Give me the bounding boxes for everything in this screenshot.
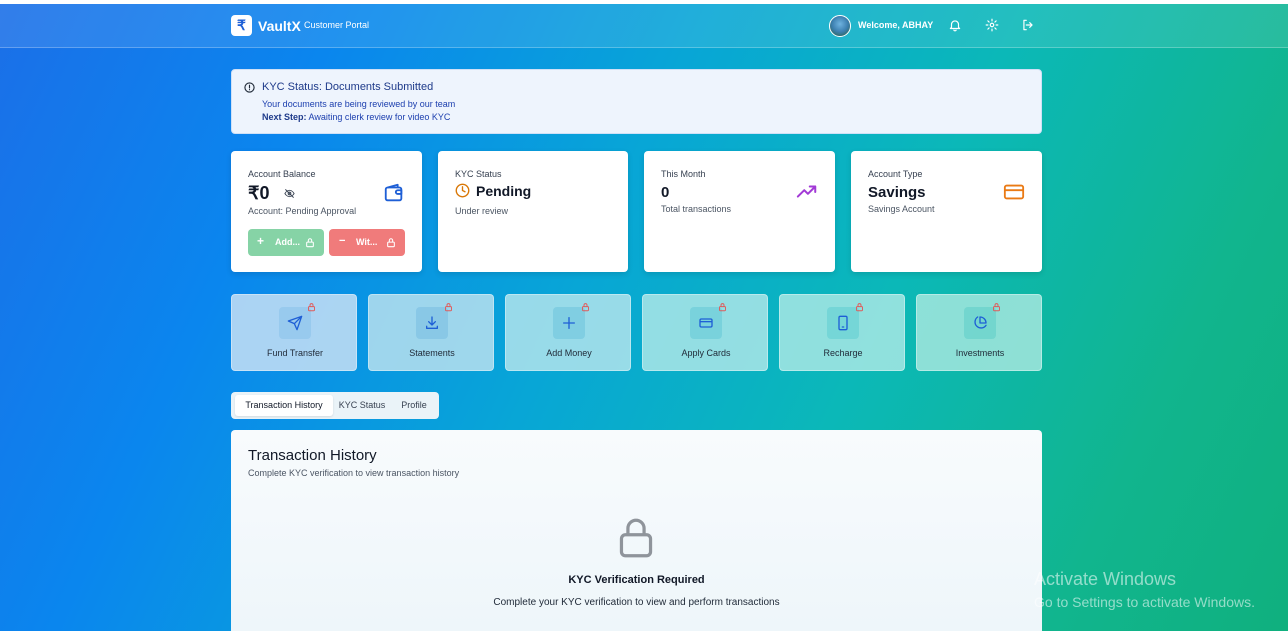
kyc-required-heading: KYC Verification Required (568, 574, 705, 586)
next-step-label: Next Step: (262, 112, 307, 122)
balance-value: ₹0 (248, 183, 270, 203)
lock-icon (582, 303, 589, 312)
action-label: Statements (409, 348, 455, 358)
action-statements[interactable]: Statements (368, 294, 494, 371)
account-type-label: Account Type (868, 169, 923, 179)
action-investments[interactable]: Investments (916, 294, 1042, 371)
action-fund-transfer[interactable]: Fund Transfer (231, 294, 357, 371)
tab-transaction-history[interactable]: Transaction History (235, 395, 333, 416)
lock-icon (993, 303, 1000, 312)
lock-icon (856, 303, 863, 312)
brand-name[interactable]: VaultX (258, 18, 301, 34)
logo-icon: ₹ (231, 15, 252, 36)
next-step-text: Awaiting clerk review for video KYC (308, 112, 451, 122)
download-icon (426, 316, 438, 329)
tab-kyc-status[interactable]: KYC Status (335, 395, 389, 416)
credit-card-icon (1003, 184, 1025, 200)
kyc-value: Pending (476, 183, 532, 199)
trending-up-icon (796, 185, 817, 198)
minus-icon: − (339, 235, 346, 247)
lock-icon (306, 238, 314, 248)
action-label: Fund Transfer (266, 348, 324, 358)
plus-icon (563, 317, 575, 329)
panel-title: Transaction History (248, 447, 377, 464)
action-label: Investments (955, 348, 1005, 358)
avatar[interactable] (829, 15, 851, 37)
welcome-text: Welcome, ABHAY (858, 20, 934, 30)
action-add-money[interactable]: Add Money (505, 294, 631, 371)
kyc-status-card: KYC Status Pending Under review (438, 151, 628, 272)
lock-icon (445, 303, 452, 312)
month-sub: Total transactions (661, 204, 732, 214)
add-button-label: Add... (275, 237, 300, 247)
kyc-sub: Under review (455, 206, 509, 216)
lock-icon (387, 238, 395, 248)
plus-icon: + (257, 234, 265, 248)
account-type-value: Savings (868, 184, 926, 201)
kyc-label: KYC Status (455, 169, 502, 179)
panel-subtitle: Complete KYC verification to view transa… (248, 468, 460, 478)
month-value: 0 (661, 184, 670, 201)
tab-bar: Transaction History KYC Status Profile (231, 392, 439, 419)
activate-windows-title: Activate Windows (1034, 569, 1177, 589)
balance-status: Account: Pending Approval (248, 206, 357, 216)
lock-icon (719, 303, 726, 312)
clock-icon (455, 183, 470, 198)
bell-icon[interactable] (948, 18, 962, 32)
gear-icon[interactable] (985, 18, 999, 32)
eye-off-icon[interactable] (284, 188, 295, 199)
send-icon (287, 315, 303, 331)
kyc-required-description: Complete your KYC verification to view a… (493, 597, 780, 608)
wallet-icon (384, 183, 403, 202)
kyc-alert: KYC Status: Documents Submitted Your doc… (231, 69, 1042, 134)
alert-next-step: Next Step: Awaiting clerk review for vid… (262, 112, 450, 122)
info-icon (244, 82, 255, 93)
activate-windows-subtitle: Go to Settings to activate Windows. (1034, 594, 1255, 610)
action-apply-cards[interactable]: Apply Cards (642, 294, 768, 371)
action-label: Recharge (823, 348, 863, 358)
card-icon (699, 318, 713, 328)
this-month-card: This Month 0 Total transactions (644, 151, 835, 272)
account-balance-card: Account Balance ₹0 Account: Pending Appr… (231, 151, 422, 272)
alert-title: KYC Status: Documents Submitted (262, 81, 434, 93)
lock-icon (619, 518, 653, 558)
month-label: This Month (661, 169, 706, 179)
alert-message: Your documents are being reviewed by our… (262, 99, 456, 109)
balance-label: Account Balance (248, 169, 316, 179)
phone-icon (838, 315, 848, 331)
action-label: Add Money (546, 348, 592, 358)
transaction-history-panel: Transaction History Complete KYC verific… (231, 430, 1042, 631)
account-type-card: Account Type Savings Savings Account (851, 151, 1042, 272)
action-label: Apply Cards (681, 348, 731, 358)
account-type-sub: Savings Account (868, 204, 935, 214)
tab-profile[interactable]: Profile (391, 395, 437, 416)
withdraw-button-label: Wit... (356, 237, 378, 247)
add-money-button[interactable]: + Add... (248, 229, 324, 256)
lock-icon (308, 303, 315, 312)
navbar: ₹ VaultX Customer Portal Welcome, ABHAY (0, 4, 1288, 48)
logout-icon[interactable] (1021, 18, 1035, 32)
withdraw-button[interactable]: − Wit... (329, 229, 405, 256)
brand-subtitle: Customer Portal (304, 20, 370, 30)
pie-chart-icon (974, 316, 987, 329)
action-recharge[interactable]: Recharge (779, 294, 905, 371)
